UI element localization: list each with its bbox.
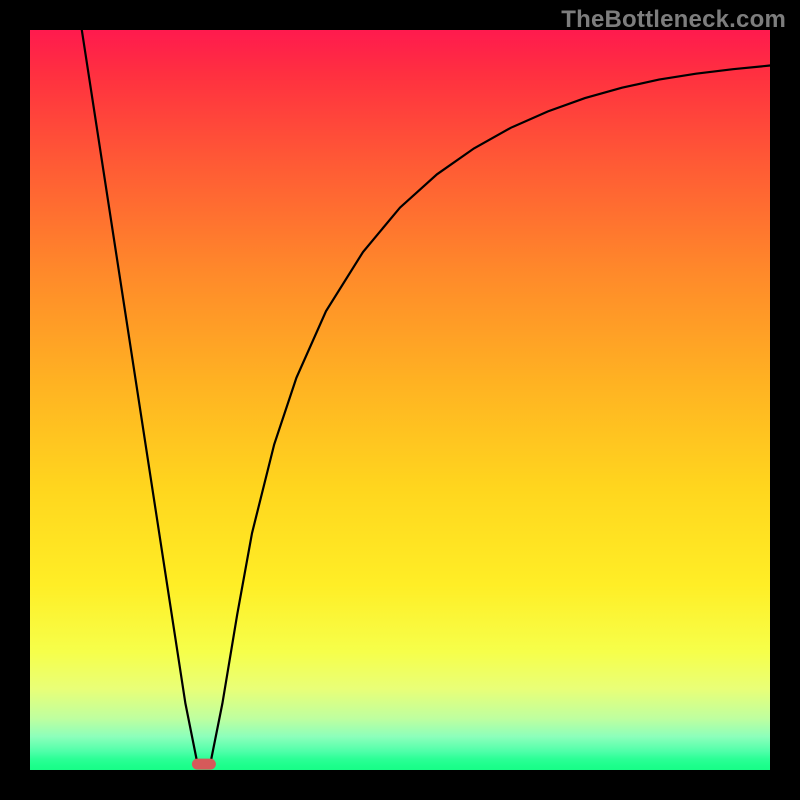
plot-area — [30, 30, 770, 770]
curve-right-branch — [211, 66, 770, 759]
chart-svg — [30, 30, 770, 770]
chart-frame: TheBottleneck.com — [0, 0, 800, 800]
minimum-marker — [192, 759, 216, 770]
curve-left-branch — [82, 30, 197, 759]
